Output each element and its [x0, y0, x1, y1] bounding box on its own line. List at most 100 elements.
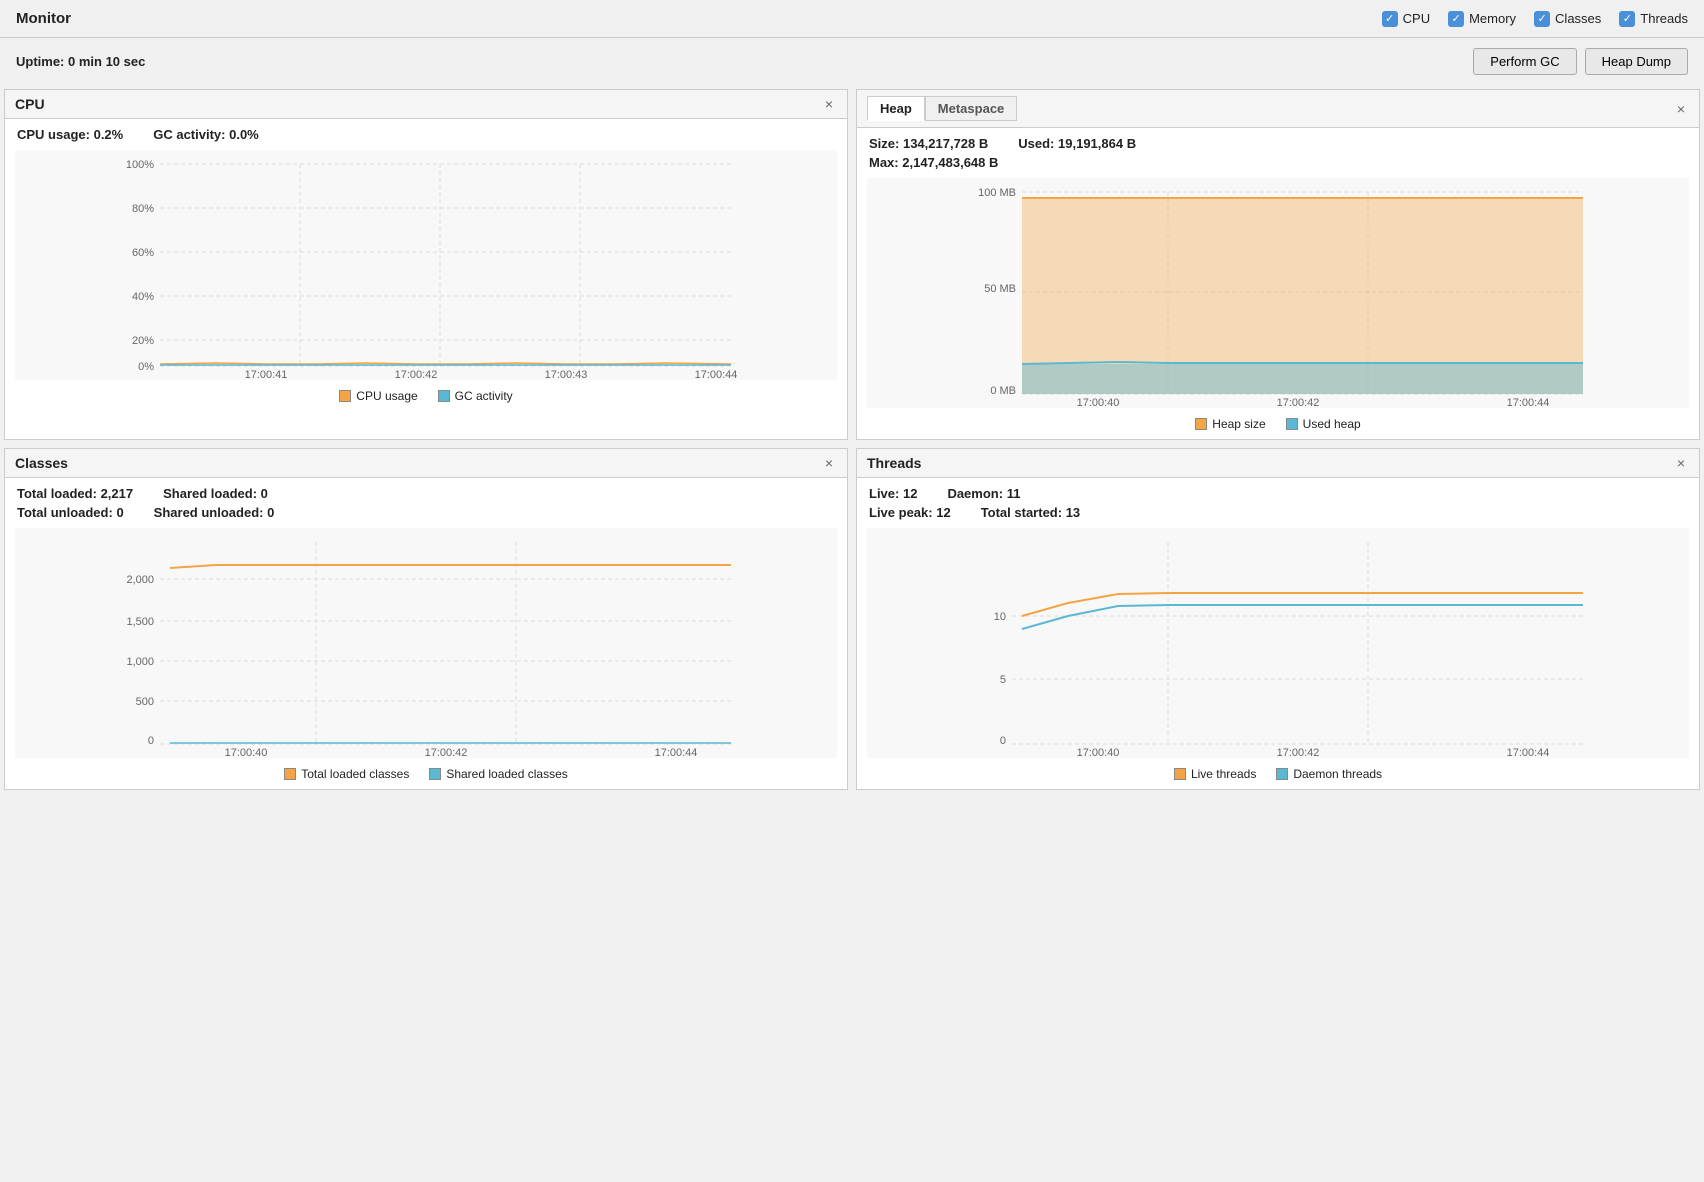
heap-panel-close[interactable]: × — [1673, 101, 1689, 117]
shared-unloaded-label: Shared unloaded: — [154, 505, 264, 520]
svg-text:17:00:43: 17:00:43 — [545, 369, 588, 380]
uptime-value: 0 min 10 sec — [68, 54, 145, 69]
shared-loaded-stat: Shared loaded: 0 — [163, 486, 268, 501]
svg-text:0%: 0% — [138, 361, 154, 373]
memory-checkbox-icon: ✓ — [1448, 11, 1464, 27]
heap-dump-button[interactable]: Heap Dump — [1585, 48, 1688, 75]
classes-panel: Classes × Total loaded: 2,217 Shared loa… — [4, 448, 848, 790]
svg-text:17:00:40: 17:00:40 — [225, 747, 268, 758]
svg-text:0: 0 — [148, 735, 154, 747]
svg-text:17:00:42: 17:00:42 — [1277, 747, 1320, 758]
live-peak-stat: Live peak: 12 — [869, 505, 951, 520]
svg-text:17:00:42: 17:00:42 — [1277, 397, 1320, 408]
threads-stat-row1: Live: 12 Daemon: 11 — [869, 486, 1687, 501]
used-heap-legend-label: Used heap — [1303, 417, 1361, 431]
daemon-threads-label: Daemon: — [947, 486, 1003, 501]
total-started-label: Total started: — [981, 505, 1062, 520]
total-loaded-value: 2,217 — [101, 486, 134, 501]
heap-stat-row1: Size: 134,217,728 B Used: 19,191,864 B — [869, 136, 1687, 151]
cpu-usage-value: 0.2% — [94, 127, 124, 142]
threads-panel-close[interactable]: × — [1673, 455, 1689, 471]
cpu-panel-title: CPU — [15, 96, 821, 112]
live-threads-value: 12 — [903, 486, 917, 501]
threads-chart-area: 10 5 0 17:00:40 17:00:42 17:00:44 — [867, 528, 1689, 758]
heap-used-value: 19,191,864 B — [1058, 136, 1136, 151]
total-started-value: 13 — [1066, 505, 1080, 520]
svg-text:100 MB: 100 MB — [978, 187, 1016, 199]
svg-text:17:00:41: 17:00:41 — [245, 369, 288, 380]
cpu-stat-row: CPU usage: 0.2% GC activity: 0.0% — [17, 127, 835, 142]
total-loaded-stat: Total loaded: 2,217 — [17, 486, 133, 501]
cpu-panel-stats: CPU usage: 0.2% GC activity: 0.0% — [5, 119, 847, 150]
daemon-threads-value: 11 — [1007, 486, 1021, 501]
svg-text:10: 10 — [994, 611, 1006, 623]
svg-text:50 MB: 50 MB — [984, 283, 1016, 295]
svg-text:17:00:44: 17:00:44 — [655, 747, 698, 758]
threads-panel: Threads × Live: 12 Daemon: 11 Live peak:… — [856, 448, 1700, 790]
svg-text:20%: 20% — [132, 335, 154, 347]
threads-chart-svg: 10 5 0 17:00:40 17:00:42 17:00:44 — [867, 528, 1689, 758]
classes-panel-title: Classes — [15, 455, 821, 471]
heap-size-value: 134,217,728 B — [903, 136, 988, 151]
subheader: Uptime: 0 min 10 sec Perform GC Heap Dum… — [0, 38, 1704, 85]
threads-stat-row2: Live peak: 12 Total started: 13 — [869, 505, 1687, 520]
svg-text:17:00:44: 17:00:44 — [695, 369, 738, 380]
svg-text:60%: 60% — [132, 247, 154, 259]
heap-used-label: Used: — [1018, 136, 1054, 151]
live-threads-legend-box — [1174, 768, 1186, 780]
heap-max-stat: Max: 2,147,483,648 B — [869, 155, 998, 170]
cpu-panel: CPU × CPU usage: 0.2% GC activity: 0.0% … — [4, 89, 848, 440]
live-peak-value: 12 — [936, 505, 950, 520]
threads-panel-title: Threads — [867, 455, 1673, 471]
total-unloaded-value: 0 — [116, 505, 123, 520]
heap-size-stat: Size: 134,217,728 B — [869, 136, 988, 151]
total-unloaded-label: Total unloaded: — [17, 505, 113, 520]
cpu-chart-legend: CPU usage GC activity — [5, 385, 847, 411]
heap-size-legend-item: Heap size — [1195, 417, 1265, 431]
svg-text:1,500: 1,500 — [126, 616, 154, 628]
checkbox-classes[interactable]: ✓ Classes — [1534, 11, 1601, 27]
classes-checkbox-icon: ✓ — [1534, 11, 1550, 27]
cpu-legend-item: CPU usage — [339, 389, 417, 403]
heap-size-label: Size: — [869, 136, 899, 151]
live-threads-legend-label: Live threads — [1191, 767, 1256, 781]
gc-activity-value: 0.0% — [229, 127, 259, 142]
gc-activity-stat: GC activity: 0.0% — [153, 127, 259, 142]
cpu-panel-close[interactable]: × — [821, 96, 837, 112]
cpu-panel-header: CPU × — [5, 90, 847, 119]
classes-chart-legend: Total loaded classes Shared loaded class… — [5, 763, 847, 789]
used-heap-legend-item: Used heap — [1286, 417, 1361, 431]
checkbox-cpu[interactable]: ✓ CPU — [1382, 11, 1430, 27]
heap-chart-svg: 100 MB 50 MB 0 MB 17:00:40 17:00:42 17:0… — [867, 178, 1689, 408]
heap-stat-row2: Max: 2,147,483,648 B — [869, 155, 1687, 170]
svg-text:17:00:42: 17:00:42 — [425, 747, 468, 758]
shared-classes-legend-item: Shared loaded classes — [429, 767, 567, 781]
classes-panel-close[interactable]: × — [821, 455, 837, 471]
cpu-checkbox-label: CPU — [1403, 11, 1430, 26]
metaspace-tab[interactable]: Metaspace — [925, 96, 1017, 121]
heap-tab[interactable]: Heap — [867, 96, 925, 121]
daemon-threads-legend-label: Daemon threads — [1293, 767, 1382, 781]
cpu-chart-area: 100% 80% 60% 40% 20% 0% 17:00:41 17: — [15, 150, 837, 380]
checkbox-memory[interactable]: ✓ Memory — [1448, 11, 1516, 27]
heap-panel: Heap Metaspace × Size: 134,217,728 B Use… — [856, 89, 1700, 440]
total-unloaded-stat: Total unloaded: 0 — [17, 505, 124, 520]
perform-gc-button[interactable]: Perform GC — [1473, 48, 1576, 75]
threads-checkbox-icon: ✓ — [1619, 11, 1635, 27]
live-threads-label: Live: — [869, 486, 899, 501]
panels-grid: CPU × CPU usage: 0.2% GC activity: 0.0% … — [0, 85, 1704, 794]
daemon-threads-legend-box — [1276, 768, 1288, 780]
gc-legend-item: GC activity — [438, 389, 513, 403]
shared-classes-legend-box — [429, 768, 441, 780]
heap-size-legend-box — [1195, 418, 1207, 430]
total-started-stat: Total started: 13 — [981, 505, 1080, 520]
total-classes-legend-item: Total loaded classes — [284, 767, 409, 781]
header-checkboxes: ✓ CPU ✓ Memory ✓ Classes ✓ Threads — [1382, 11, 1688, 27]
heap-panel-tabs: Heap Metaspace — [867, 96, 1673, 121]
action-buttons: Perform GC Heap Dump — [1473, 48, 1688, 75]
used-heap-legend-box — [1286, 418, 1298, 430]
classes-chart-area: 2,000 1,500 1,000 500 0 17:00:40 17:00:4… — [15, 528, 837, 758]
gc-activity-label: GC activity: — [153, 127, 225, 142]
app-title: Monitor — [16, 10, 1382, 27]
checkbox-threads[interactable]: ✓ Threads — [1619, 11, 1688, 27]
